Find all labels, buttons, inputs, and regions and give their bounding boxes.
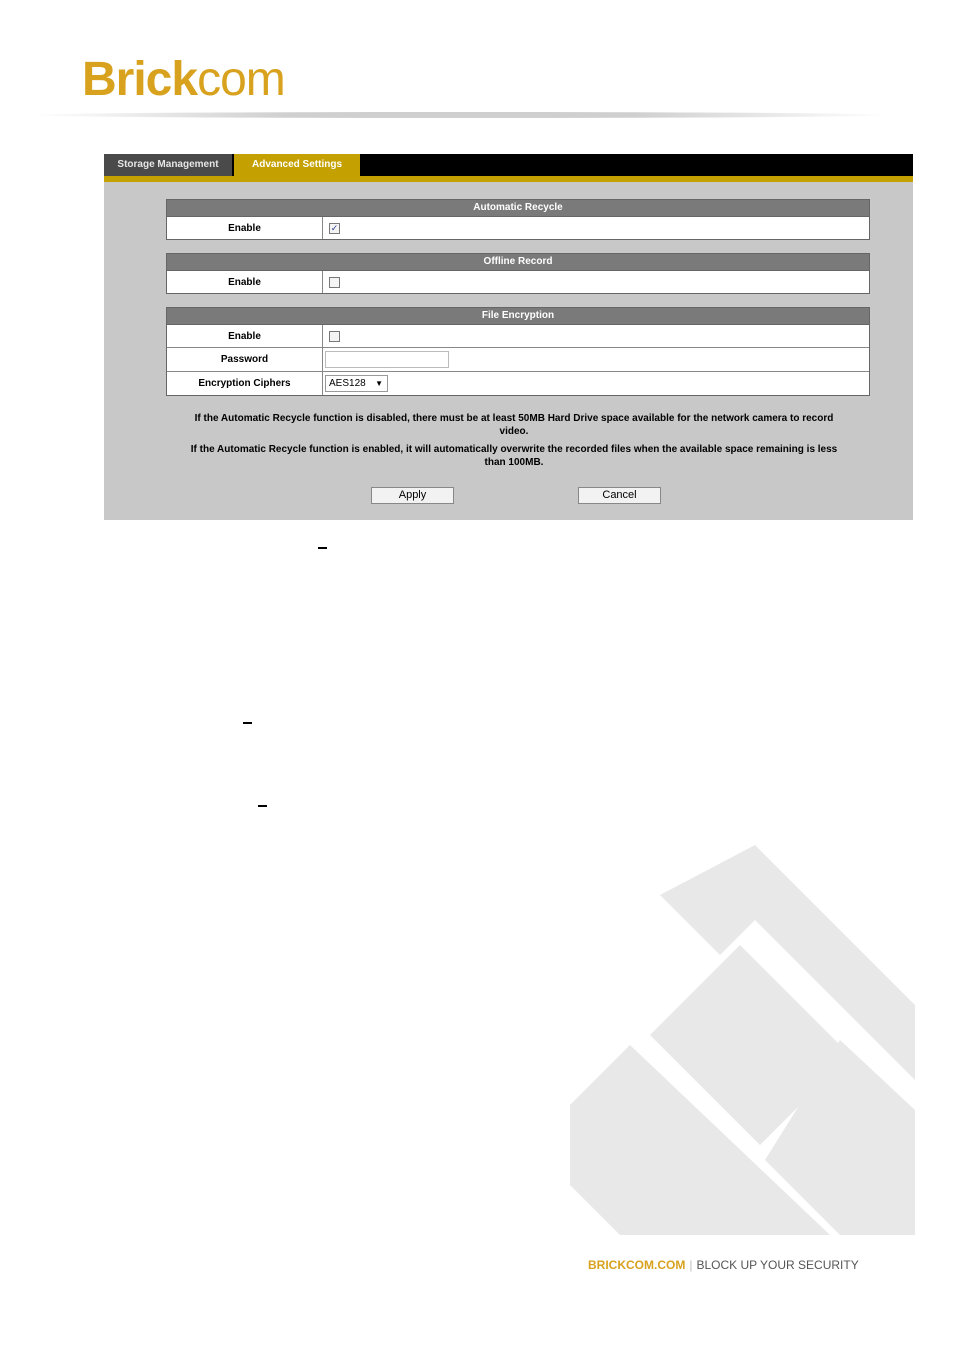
offline-record-enable-checkbox[interactable]	[329, 276, 340, 288]
password-input[interactable]	[325, 351, 449, 368]
encryption-ciphers-label: Encryption Ciphers	[167, 372, 323, 395]
footer-slogan: BLOCK UP YOUR SECURITY	[696, 1258, 859, 1272]
header-divider	[30, 112, 890, 118]
file-encryption-enable-row: Enable	[167, 325, 869, 347]
footer: BRICKCOM.COM | BLOCK UP YOUR SECURITY	[588, 1258, 859, 1272]
offline-record-section: Offline Record Enable	[166, 253, 870, 294]
offline-record-title: Offline Record	[167, 254, 869, 271]
offline-record-enable-row: Enable	[167, 271, 869, 293]
automatic-recycle-enable-label: Enable	[167, 217, 323, 239]
file-encryption-password-row: Password	[167, 347, 869, 371]
logo-main: Brick	[82, 53, 198, 106]
recycle-note-enabled: If the Automatic Recycle function is ena…	[190, 444, 838, 468]
chevron-down-icon: ▼	[375, 379, 383, 388]
apply-button[interactable]: Apply	[371, 487, 454, 504]
dash-mark	[318, 547, 327, 549]
password-label: Password	[167, 348, 323, 371]
footer-site[interactable]: BRICKCOM.COM	[588, 1258, 685, 1272]
dash-mark	[258, 805, 267, 807]
automatic-recycle-enable-row: Enable ✓	[167, 217, 869, 239]
file-encryption-cipher-row: Encryption Ciphers AES128 ▼	[167, 371, 869, 395]
tab-advanced-settings[interactable]: Advanced Settings	[234, 154, 360, 176]
file-encryption-enable-checkbox[interactable]	[329, 330, 340, 342]
file-encryption-title: File Encryption	[167, 308, 869, 325]
automatic-recycle-enable-checkbox[interactable]: ✓	[329, 222, 340, 234]
dash-mark	[243, 722, 252, 724]
logo-suffix: com	[197, 53, 286, 106]
encryption-ciphers-select[interactable]: AES128 ▼	[325, 375, 388, 392]
file-encryption-enable-label: Enable	[167, 325, 323, 347]
automatic-recycle-section: Automatic Recycle Enable ✓	[166, 199, 870, 240]
cancel-button[interactable]: Cancel	[578, 487, 661, 504]
tab-underline	[104, 176, 913, 182]
automatic-recycle-title: Automatic Recycle	[167, 200, 869, 217]
footer-separator: |	[689, 1258, 693, 1272]
tab-storage-management[interactable]: Storage Management	[104, 154, 232, 176]
recycle-note-disabled: If the Automatic Recycle function is dis…	[194, 413, 834, 437]
file-encryption-section: File Encryption Enable Password Encrypti…	[166, 307, 870, 396]
encryption-ciphers-value: AES128	[329, 378, 366, 389]
brickcom-logo: Brickcom	[82, 53, 286, 106]
brick-watermark	[570, 845, 915, 1235]
offline-record-enable-label: Enable	[167, 271, 323, 293]
tab-bar: Storage Management Advanced Settings	[104, 154, 913, 176]
settings-panel: Storage Management Advanced Settings Aut…	[104, 154, 913, 520]
